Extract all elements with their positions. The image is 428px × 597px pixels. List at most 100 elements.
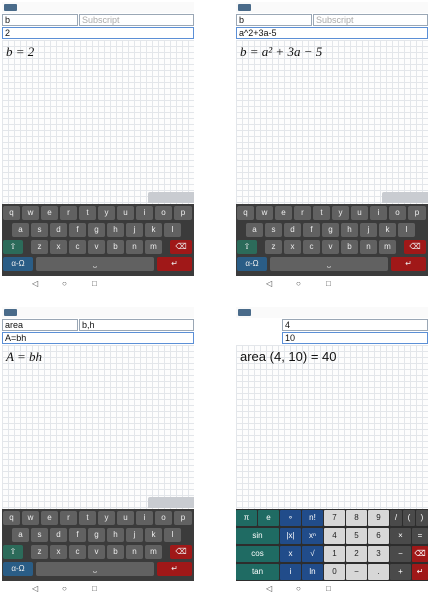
shift-key[interactable]: ⇧ xyxy=(237,240,257,254)
argument-2-field[interactable]: 10 xyxy=(282,332,428,344)
keyboard-switch-tab[interactable] xyxy=(382,192,428,203)
imaginary-key[interactable]: i xyxy=(280,564,301,580)
key-l[interactable]: l xyxy=(164,528,181,542)
sin-key[interactable]: sin xyxy=(236,528,279,544)
minus-key[interactable]: − xyxy=(390,546,411,562)
key-w[interactable]: w xyxy=(22,206,39,220)
e-key[interactable]: e xyxy=(258,510,279,526)
key-s[interactable]: s xyxy=(31,223,48,237)
key-m[interactable]: m xyxy=(145,240,162,254)
key-c[interactable]: c xyxy=(69,240,86,254)
worksheet-grid[interactable] xyxy=(236,345,428,533)
key-e[interactable]: e xyxy=(41,206,58,220)
key-y[interactable]: y xyxy=(98,206,115,220)
back-icon[interactable]: ◁ xyxy=(266,584,272,593)
open-paren-key[interactable]: ( xyxy=(403,510,415,526)
space-key[interactable]: ⎵ xyxy=(36,257,154,271)
key-n[interactable]: n xyxy=(126,545,143,559)
tan-key[interactable]: tan xyxy=(236,564,279,580)
key-a[interactable]: a xyxy=(246,223,263,237)
key-q[interactable]: q xyxy=(237,206,254,220)
keyboard-switch-tab[interactable] xyxy=(148,192,194,203)
shift-key[interactable]: ⇧ xyxy=(3,545,23,559)
recents-icon[interactable]: □ xyxy=(92,584,97,593)
key-g[interactable]: g xyxy=(88,223,105,237)
key-p[interactable]: p xyxy=(408,206,426,220)
key-h[interactable]: h xyxy=(341,223,358,237)
backspace-key[interactable]: ⌫ xyxy=(170,545,192,559)
key-s[interactable]: s xyxy=(31,528,48,542)
key-z[interactable]: z xyxy=(265,240,282,254)
key-m[interactable]: m xyxy=(379,240,396,254)
key-x[interactable]: x xyxy=(50,545,67,559)
enter-key[interactable]: ↵ xyxy=(157,562,192,576)
definition-field[interactable]: A=bh xyxy=(2,332,194,344)
key-y[interactable]: y xyxy=(98,511,115,525)
digit-8-key[interactable]: 8 xyxy=(346,510,367,526)
key-t[interactable]: t xyxy=(313,206,330,220)
backspace-key[interactable]: ⌫ xyxy=(412,546,428,562)
key-r[interactable]: r xyxy=(60,511,77,525)
x-key[interactable]: x xyxy=(280,546,301,562)
variable-name-field[interactable]: b xyxy=(2,14,78,26)
function-name-field[interactable]: area xyxy=(2,319,78,331)
key-m[interactable]: m xyxy=(145,545,162,559)
key-i[interactable]: i xyxy=(136,206,153,220)
space-key[interactable]: ⎵ xyxy=(36,562,154,576)
key-l[interactable]: l xyxy=(164,223,181,237)
digit-3-key[interactable]: 3 xyxy=(368,546,389,562)
key-e[interactable]: e xyxy=(275,206,292,220)
key-q[interactable]: q xyxy=(3,511,20,525)
subscript-field[interactable]: Subscript xyxy=(313,14,428,26)
greek-mode-key[interactable]: α-Ω xyxy=(3,562,33,576)
key-i[interactable]: i xyxy=(136,511,153,525)
digit-9-key[interactable]: 9 xyxy=(368,510,389,526)
key-g[interactable]: g xyxy=(322,223,339,237)
key-a[interactable]: a xyxy=(12,223,29,237)
home-icon[interactable]: ○ xyxy=(62,584,67,593)
key-e[interactable]: e xyxy=(41,511,58,525)
key-o[interactable]: o xyxy=(155,511,172,525)
key-b[interactable]: b xyxy=(107,545,124,559)
key-z[interactable]: z xyxy=(31,240,48,254)
backspace-key[interactable]: ⌫ xyxy=(404,240,426,254)
greek-mode-key[interactable]: α-Ω xyxy=(237,257,267,271)
digit-2-key[interactable]: 2 xyxy=(346,546,367,562)
recents-icon[interactable]: □ xyxy=(326,584,331,593)
back-icon[interactable]: ◁ xyxy=(266,279,272,288)
key-n[interactable]: n xyxy=(360,240,377,254)
enter-key[interactable]: ↵ xyxy=(157,257,192,271)
variable-name-field[interactable]: b xyxy=(236,14,312,26)
key-c[interactable]: c xyxy=(303,240,320,254)
key-u[interactable]: u xyxy=(117,511,134,525)
backspace-key[interactable]: ⌫ xyxy=(170,240,192,254)
digit-7-key[interactable]: 7 xyxy=(324,510,345,526)
key-s[interactable]: s xyxy=(265,223,282,237)
key-t[interactable]: t xyxy=(79,206,96,220)
degree-key[interactable]: ∘ xyxy=(280,510,301,526)
key-h[interactable]: h xyxy=(107,528,124,542)
close-paren-key[interactable]: ) xyxy=(416,510,428,526)
pi-key[interactable]: π xyxy=(236,510,257,526)
digit-6-key[interactable]: 6 xyxy=(368,528,389,544)
key-u[interactable]: u xyxy=(117,206,134,220)
definition-field[interactable]: 2 xyxy=(2,27,194,39)
key-t[interactable]: t xyxy=(79,511,96,525)
recents-icon[interactable]: □ xyxy=(326,279,331,288)
digit-1-key[interactable]: 1 xyxy=(324,546,345,562)
key-o[interactable]: o xyxy=(389,206,406,220)
negate-key[interactable]: − xyxy=(346,564,367,580)
key-h[interactable]: h xyxy=(107,223,124,237)
key-n[interactable]: n xyxy=(126,240,143,254)
cos-key[interactable]: cos xyxy=(236,546,279,562)
keyboard-switch-tab[interactable] xyxy=(148,497,194,508)
key-v[interactable]: v xyxy=(88,240,105,254)
key-b[interactable]: b xyxy=(107,240,124,254)
space-key[interactable]: ⎵ xyxy=(270,257,388,271)
digit-0-key[interactable]: 0 xyxy=(324,564,345,580)
power-key[interactable]: xⁿ xyxy=(302,528,323,544)
equals-key[interactable]: = xyxy=(412,528,428,544)
definition-field[interactable]: a^2+3a-5 xyxy=(236,27,428,39)
key-w[interactable]: w xyxy=(256,206,273,220)
key-o[interactable]: o xyxy=(155,206,172,220)
